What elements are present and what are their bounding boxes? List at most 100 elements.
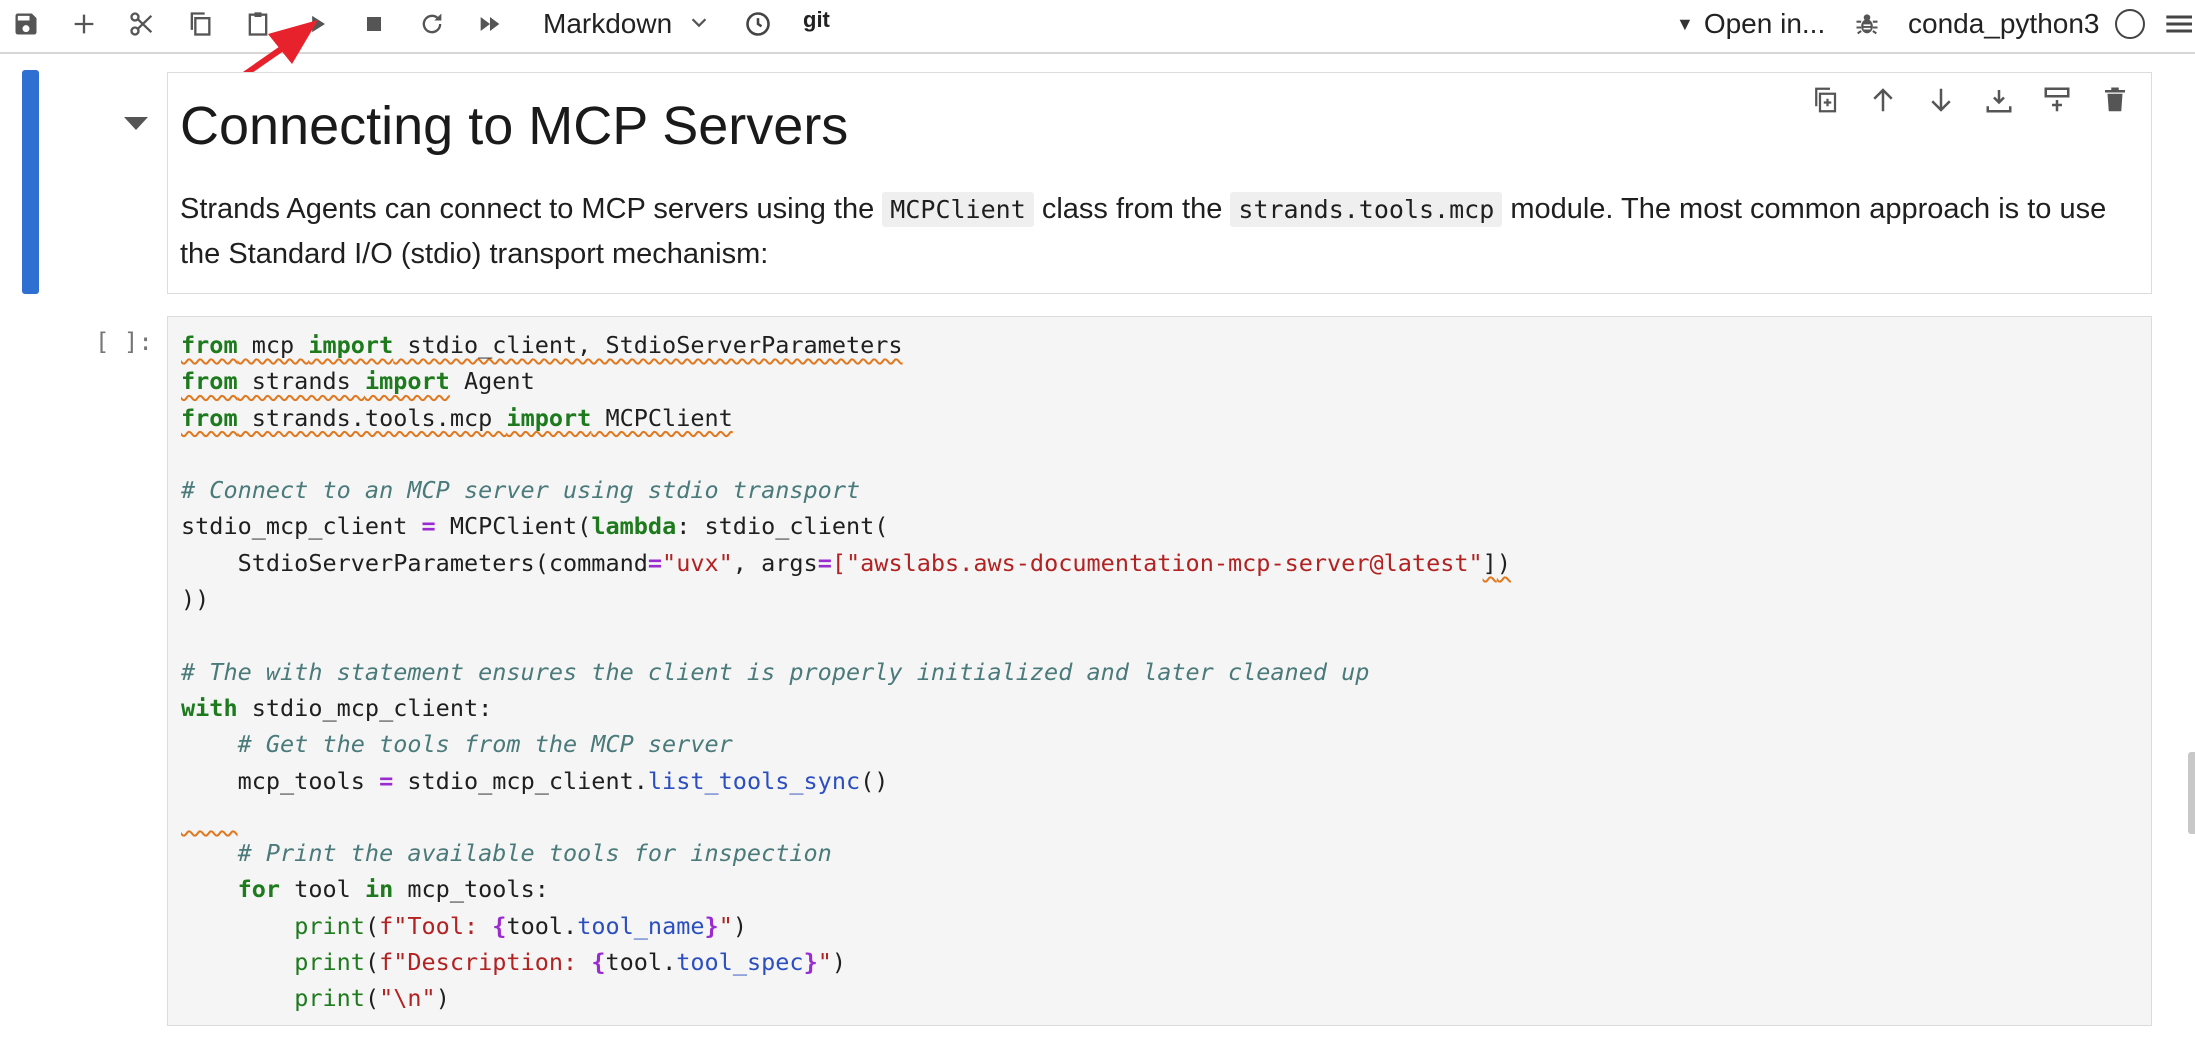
inline-code: MCPClient xyxy=(882,192,1034,227)
git-button[interactable]: git xyxy=(803,0,830,40)
kernel-idle-icon xyxy=(2115,9,2145,39)
cell-type-select[interactable]: Markdown xyxy=(543,4,710,44)
code-text: strands.tools.mcp xyxy=(237,403,507,432)
open-in-button[interactable]: ▼ Open in... xyxy=(1676,4,1825,44)
code-text: ( xyxy=(364,911,380,940)
cut-icon[interactable] xyxy=(120,4,164,44)
code-text: MCPClient( xyxy=(435,512,592,541)
duplicate-cell-icon[interactable] xyxy=(1803,80,1847,120)
run-icon[interactable] xyxy=(296,4,340,44)
code-text: ( xyxy=(364,984,380,1013)
move-up-icon[interactable] xyxy=(1861,80,1905,120)
active-cell-indicator[interactable] xyxy=(22,70,39,294)
code-text: mcp xyxy=(237,331,309,359)
inline-code: strands.tools.mcp xyxy=(1230,192,1503,227)
insert-above-icon[interactable] xyxy=(1977,80,2021,120)
scrollbar-thumb[interactable] xyxy=(2188,752,2195,834)
cell-paragraph: Strands Agents can connect to MCP server… xyxy=(180,187,2130,277)
string-literal: " xyxy=(817,948,832,977)
code-cell[interactable]: from mcp import stdio_client, StdioServe… xyxy=(167,316,2152,1026)
builtin-function: print xyxy=(294,984,365,1013)
caret-down-icon: ▼ xyxy=(1676,13,1694,34)
code-comment: # Get the tools from the MCP server xyxy=(181,730,733,759)
operator: } xyxy=(704,911,719,940)
input-prompt: [ ]: xyxy=(95,328,153,356)
code-text: mcp_tools xyxy=(181,766,380,795)
code-text: stdio_mcp_client xyxy=(181,512,422,541)
kernel-name-label: conda_python3 xyxy=(1908,8,2100,39)
run-all-icon[interactable] xyxy=(468,4,512,44)
add-cell-icon[interactable] xyxy=(62,4,106,44)
method-name: list_tools_sync xyxy=(647,766,861,795)
code-text: stdio_client, StdioServerParameters xyxy=(393,331,903,359)
code-text: ) xyxy=(732,911,747,940)
keyword: from xyxy=(181,331,238,359)
chevron-down-icon xyxy=(688,8,710,40)
operator: = xyxy=(421,512,436,541)
paste-icon[interactable] xyxy=(236,4,280,44)
collapse-caret-icon[interactable] xyxy=(122,114,150,134)
keyword: from xyxy=(181,403,238,432)
paragraph-text: class from the xyxy=(1033,193,1231,225)
operator: { xyxy=(492,911,507,940)
code-text: stdio_mcp_client. xyxy=(393,766,648,795)
git-label: git xyxy=(803,7,830,32)
debug-icon[interactable] xyxy=(1845,4,1889,44)
code-text: )) xyxy=(181,585,210,614)
keyword: import xyxy=(308,331,394,359)
attribute-name: tool_spec xyxy=(676,948,804,977)
operator: = xyxy=(817,548,832,577)
code-comment: # The with statement ensures the client … xyxy=(181,657,1370,686)
code-text: tool xyxy=(280,875,365,904)
string-literal: "awslabs.aws-documentation-mcp-server@la… xyxy=(846,548,1483,577)
string-literal: "\n" xyxy=(379,984,436,1013)
paragraph-text: Strands Agents can connect to MCP server… xyxy=(180,193,883,225)
keyword: import xyxy=(364,367,450,396)
move-down-icon[interactable] xyxy=(1919,80,1963,120)
keyword: from xyxy=(181,367,238,396)
code-text: () xyxy=(860,766,889,795)
history-icon[interactable] xyxy=(736,4,780,44)
menu-icon[interactable] xyxy=(2160,4,2195,44)
keyword: import xyxy=(506,403,592,432)
copy-icon[interactable] xyxy=(178,4,222,44)
code-text: Agent xyxy=(449,367,535,396)
open-in-label: Open in... xyxy=(1703,8,1826,39)
code-text: tool. xyxy=(506,911,578,940)
code-text: ) xyxy=(435,984,450,1013)
code-comment: # Print the available tools for inspecti… xyxy=(181,839,832,868)
code-text: ] xyxy=(1482,548,1497,577)
code-text: ( xyxy=(364,948,380,977)
code-text: mcp_tools: xyxy=(393,875,549,904)
insert-below-icon[interactable] xyxy=(2035,80,2079,120)
stop-icon[interactable] xyxy=(352,4,396,44)
delete-cell-icon[interactable] xyxy=(2093,80,2137,120)
code-text: , args xyxy=(732,548,818,577)
code-comment: # Connect to an MCP server using stdio t… xyxy=(181,476,861,505)
cell-action-toolbar xyxy=(1803,80,2143,120)
code-text: strands xyxy=(237,367,365,396)
save-icon[interactable] xyxy=(4,4,48,44)
string-literal: f"Tool: xyxy=(379,911,493,940)
code-text: ) xyxy=(1496,548,1511,577)
keyword: for xyxy=(237,875,281,904)
cell-heading: Connecting to MCP Servers xyxy=(180,96,849,156)
builtin-function: print xyxy=(294,948,365,977)
code-text: MCPClient xyxy=(591,403,733,432)
operator: { xyxy=(591,948,606,977)
attribute-name: tool_name xyxy=(577,911,705,940)
string-literal: " xyxy=(718,911,733,940)
code-text: tool. xyxy=(605,948,677,977)
code-text: StdioServerParameters(command xyxy=(181,548,648,577)
operator: = xyxy=(647,548,663,577)
operator: } xyxy=(803,948,818,977)
operator: = xyxy=(379,766,394,795)
restart-icon[interactable] xyxy=(410,4,454,44)
code-editor[interactable]: from mcp import stdio_client, StdioServe… xyxy=(181,327,1511,1017)
keyword: with xyxy=(181,693,238,722)
kernel-name[interactable]: conda_python3 xyxy=(1908,4,2100,44)
